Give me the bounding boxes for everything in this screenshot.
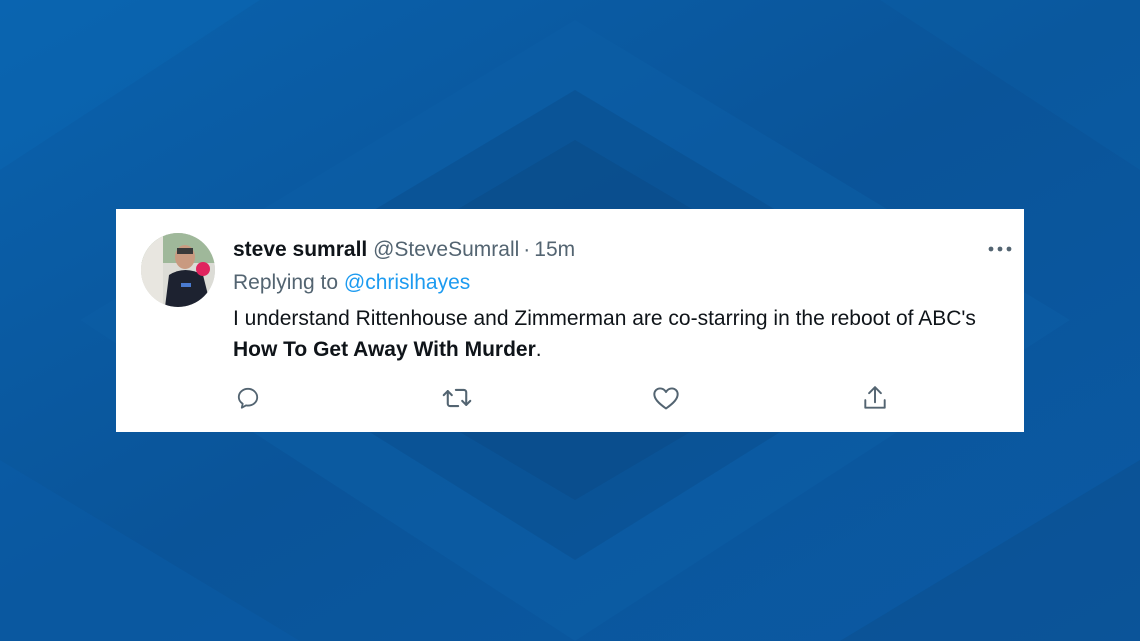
like-icon	[653, 387, 679, 410]
reply-button[interactable]	[232, 382, 264, 414]
retweet-icon	[442, 388, 472, 408]
profile-photo-icon	[141, 233, 215, 307]
tweet-header: steve sumrall @SteveSumrall · 15m	[233, 237, 575, 263]
tweet-text-part1: I understand Rittenhouse and Zimmerman a…	[233, 307, 976, 330]
retweet-button[interactable]	[441, 382, 473, 414]
author-name[interactable]: steve sumrall	[233, 238, 367, 261]
more-icon	[988, 246, 1012, 252]
timestamp[interactable]: 15m	[534, 238, 575, 261]
replying-to: Replying to @chrislhayes	[233, 270, 470, 296]
like-button[interactable]	[650, 382, 682, 414]
reply-icon	[237, 387, 259, 409]
author-handle[interactable]: @SteveSumrall	[373, 238, 519, 261]
avatar[interactable]	[141, 233, 215, 307]
share-icon	[864, 386, 886, 409]
share-button[interactable]	[859, 382, 891, 414]
tweet-text-part2: .	[535, 338, 542, 361]
tweet-text-bold: How To Get Away With Murder	[233, 338, 536, 361]
replying-mention-link[interactable]: @chrislhayes	[344, 271, 470, 294]
replying-label: Replying to	[233, 271, 339, 294]
more-button[interactable]	[986, 237, 1014, 261]
action-bar	[116, 382, 1024, 414]
separator: ·	[523, 238, 531, 261]
tweet-card[interactable]: steve sumrall @SteveSumrall · 15m Replying…	[116, 209, 1024, 432]
tweet-text: I understand Rittenhouse and Zimmerman a…	[233, 303, 1003, 365]
